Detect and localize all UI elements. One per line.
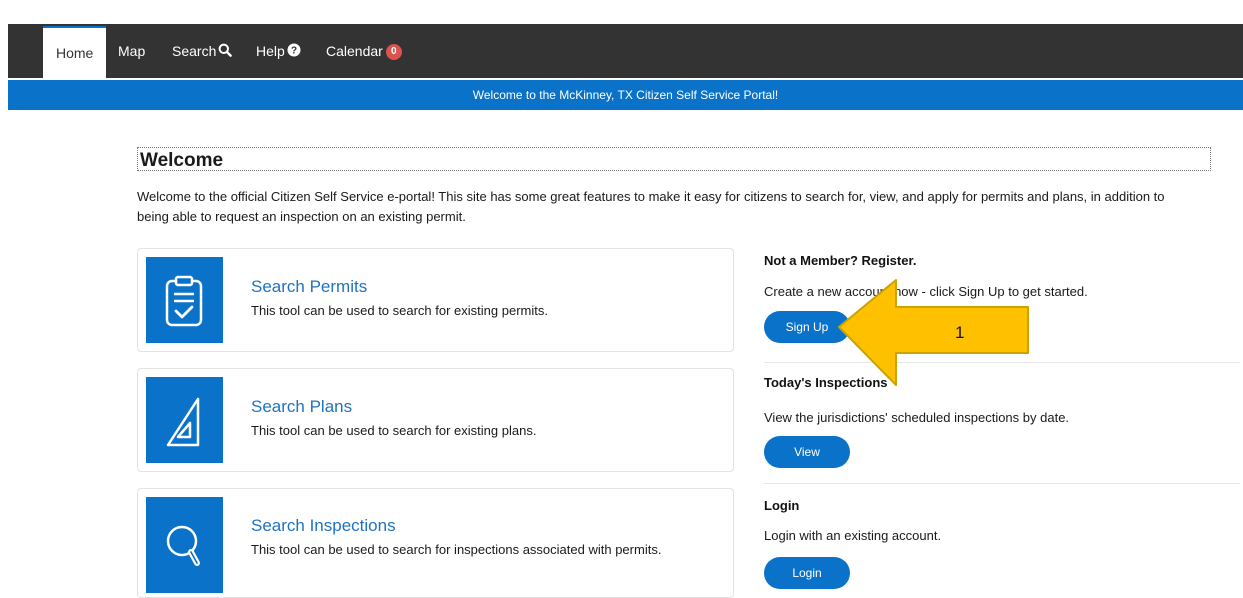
nav-search-label: Search (172, 43, 217, 59)
register-heading: Not a Member? Register. (764, 253, 917, 268)
card-desc-search-plans: This tool can be used to search for exis… (251, 423, 537, 438)
card-desc-search-inspections: This tool can be used to search for insp… (251, 542, 662, 557)
inspections-tile (146, 497, 223, 593)
magnifier-icon (166, 525, 200, 566)
calendar-count-badge: 0 (385, 44, 402, 61)
view-button[interactable]: View (764, 436, 850, 468)
question-circle-icon: ? (287, 25, 301, 79)
banner-text: Welcome to the McKinney, TX Citizen Self… (472, 88, 779, 102)
card-title-search-inspections[interactable]: Search Inspections (251, 516, 396, 536)
nav-home-label: Home (56, 45, 94, 61)
nav-calendar-label: Calendar (326, 43, 383, 59)
card-search-plans[interactable]: Search Plans This tool can be used to se… (137, 368, 734, 472)
nav-help[interactable]: Help? (256, 24, 301, 78)
set-square-icon (166, 397, 200, 447)
login-heading: Login (764, 498, 800, 513)
nav-home[interactable]: Home (43, 26, 107, 78)
nav-map-label: Map (118, 43, 146, 59)
card-desc-search-permits: This tool can be used to search for exis… (251, 303, 548, 318)
login-button[interactable]: Login (764, 557, 850, 589)
clipboard-check-icon (165, 275, 203, 327)
welcome-heading-text: Welcome (140, 150, 224, 171)
card-search-permits[interactable]: Search Permits This tool can be used to … (137, 248, 734, 352)
nav-calendar[interactable]: Calendar 0 (326, 24, 402, 78)
nav-help-label: Help (256, 43, 285, 59)
callout-number: 1 (955, 323, 965, 342)
welcome-intro: Welcome to the official Citizen Self Ser… (137, 189, 1165, 224)
welcome-banner: Welcome to the McKinney, TX Citizen Self… (8, 80, 1243, 110)
svg-text:?: ? (291, 46, 297, 57)
card-search-inspections[interactable]: Search Inspections This tool can be used… (137, 488, 734, 598)
permits-tile (146, 257, 223, 343)
search-icon (218, 25, 233, 79)
card-title-search-permits[interactable]: Search Permits (251, 277, 367, 297)
callout-arrow-icon (838, 279, 1029, 386)
welcome-heading: Welcome (137, 147, 1211, 171)
card-title-search-plans[interactable]: Search Plans (251, 397, 352, 417)
divider (764, 483, 1240, 484)
plans-tile (146, 377, 223, 463)
top-navbar: Home Map Search Help? Calendar 0 (8, 24, 1243, 78)
nav-map[interactable]: Map (118, 24, 145, 78)
inspections-text: View the jurisdictions' scheduled inspec… (764, 410, 1070, 425)
nav-search[interactable]: Search (172, 24, 233, 79)
login-text: Login with an existing account. (764, 528, 942, 543)
